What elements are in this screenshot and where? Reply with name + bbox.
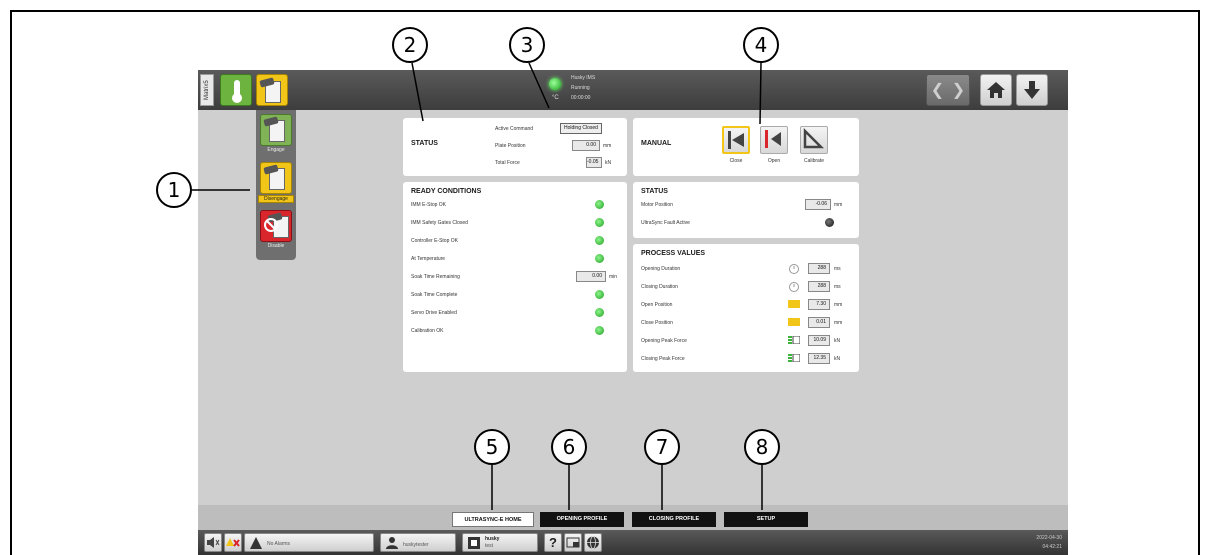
callout-7: 7 [644,429,680,465]
callout-4: 4 [743,27,779,63]
callout-1: 1 [156,172,192,208]
leader-line [411,62,424,122]
leader-line [759,62,762,125]
callout-5: 5 [474,429,510,465]
callout-8: 8 [744,429,780,465]
leader-line [528,62,550,109]
callout-3: 3 [509,27,545,63]
callout-leaders [192,62,763,510]
callout-2: 2 [392,27,428,63]
callout-6: 6 [551,429,587,465]
